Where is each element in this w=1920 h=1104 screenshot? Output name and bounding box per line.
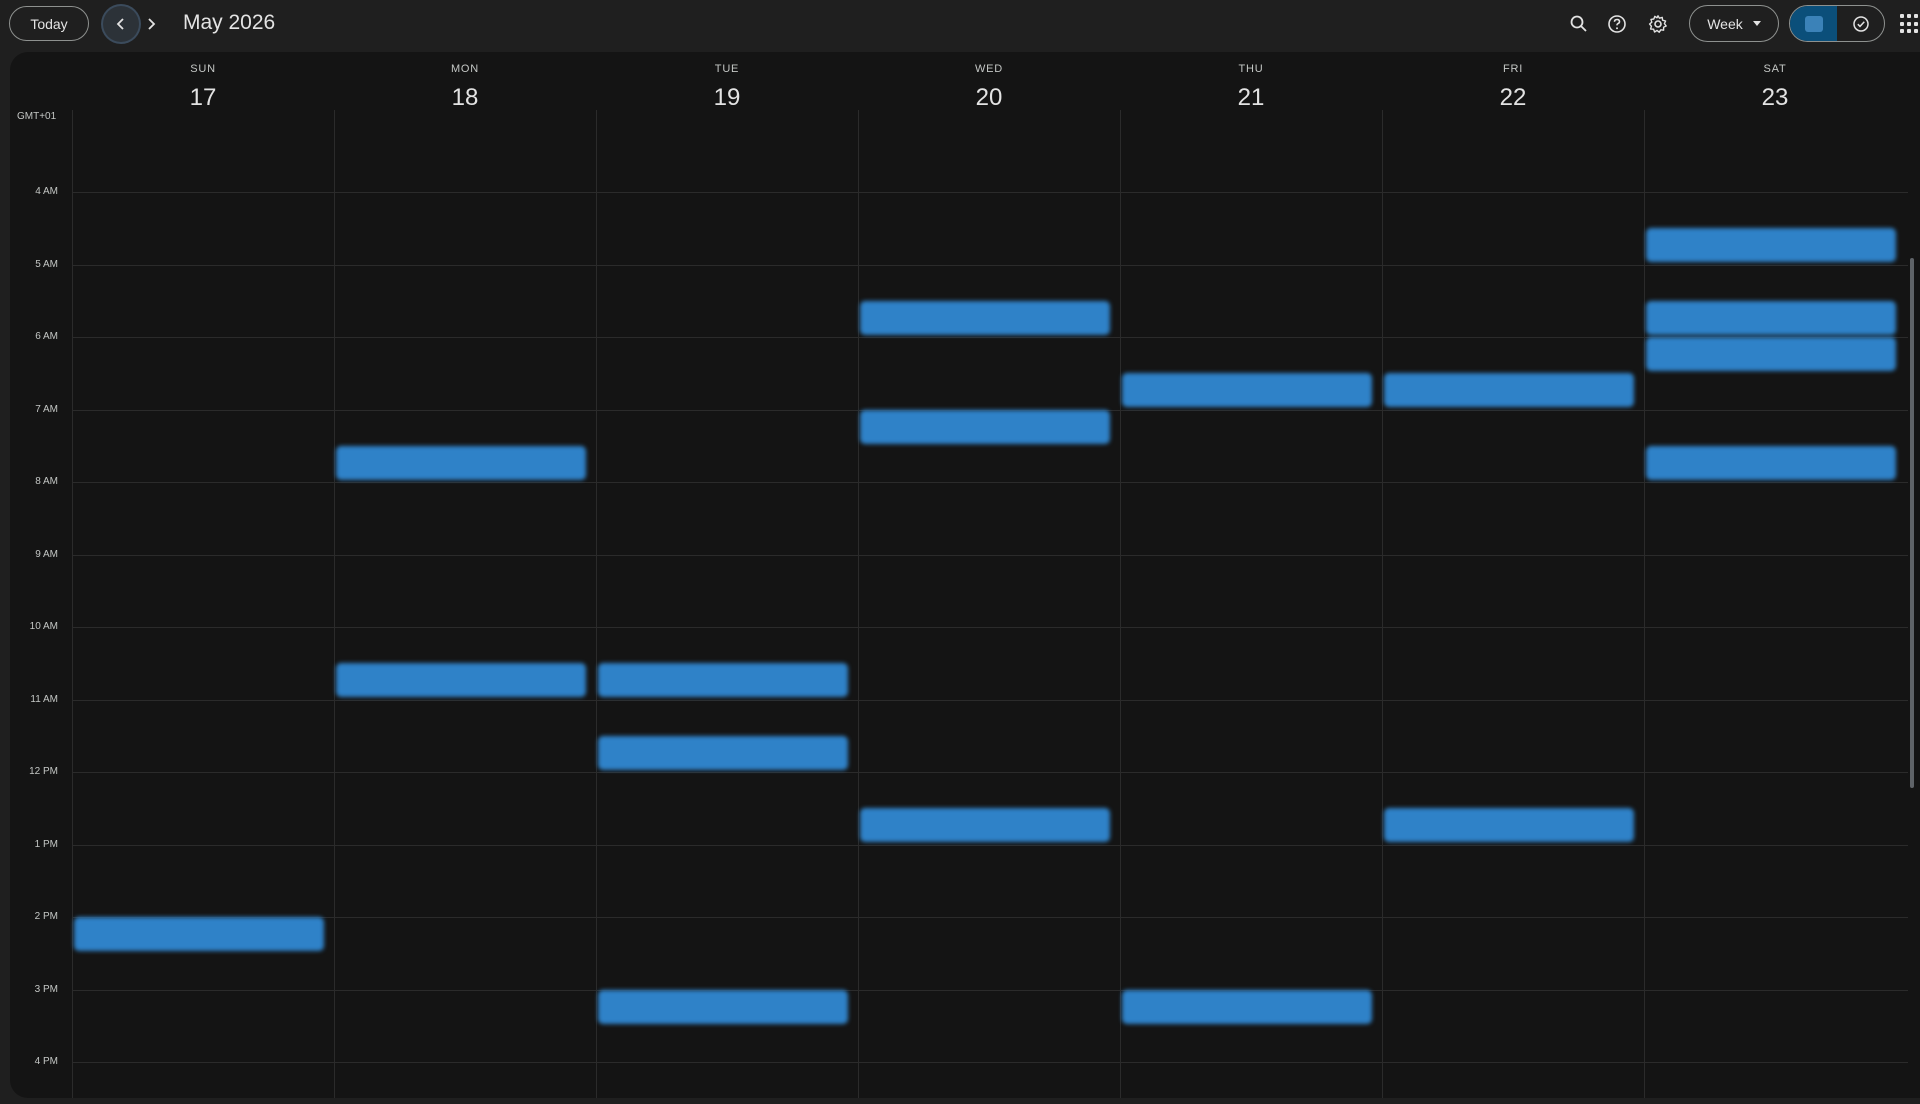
hour-label: 8 AM — [35, 476, 58, 487]
hour-gridline — [72, 482, 1908, 483]
help-button[interactable] — [1601, 8, 1633, 40]
day-column-divider — [858, 110, 859, 1098]
hour-label: 12 PM — [29, 766, 58, 777]
calendar-event[interactable] — [336, 446, 586, 480]
day-number[interactable]: 21 — [1120, 84, 1382, 112]
hour-gridline — [72, 555, 1908, 556]
day-of-week-label: TUE — [714, 63, 740, 75]
day-column-divider — [1382, 110, 1383, 1098]
day-header-thu[interactable]: THU 21 — [1120, 52, 1382, 112]
timezone-label: GMT+01 — [17, 111, 57, 122]
calendar-event[interactable] — [1646, 228, 1896, 262]
calendar-event[interactable] — [1384, 373, 1634, 407]
day-header-fri[interactable]: FRI 22 — [1382, 52, 1644, 112]
day-number[interactable]: 19 — [596, 84, 858, 112]
day-number[interactable]: 20 — [858, 84, 1120, 112]
chevron-right-icon — [148, 18, 156, 30]
view-selector-label: Week — [1707, 15, 1743, 32]
hour-gridline — [72, 990, 1908, 991]
hour-label: 5 AM — [35, 259, 58, 270]
day-of-week-label: WED — [974, 63, 1004, 75]
calendar-event[interactable] — [1384, 808, 1634, 842]
calendar-icon — [1804, 15, 1823, 32]
month-title: May 2026 — [183, 11, 276, 34]
day-column-divider — [334, 110, 335, 1098]
hour-label: 7 AM — [35, 404, 58, 415]
calendar-event[interactable] — [860, 410, 1110, 444]
hour-gridline — [72, 1062, 1908, 1063]
calendar-event[interactable] — [860, 808, 1110, 842]
view-selector-dropdown[interactable]: Week — [1689, 5, 1779, 42]
day-header-wed[interactable]: WED 20 — [858, 52, 1120, 112]
day-column-divider — [1120, 110, 1121, 1098]
day-of-week-label: SUN — [190, 63, 216, 75]
calendar-event[interactable] — [598, 663, 848, 697]
calendar-event[interactable] — [598, 736, 848, 770]
day-number[interactable]: 18 — [334, 84, 596, 112]
day-number[interactable]: 22 — [1382, 84, 1644, 112]
hour-label: 3 PM — [34, 984, 58, 995]
hour-gridline — [72, 337, 1908, 338]
day-of-week-label: FRI — [1502, 63, 1524, 75]
today-button[interactable]: Today — [9, 6, 89, 41]
gear-icon — [1648, 15, 1667, 33]
hour-label: 6 AM — [35, 331, 58, 342]
calendar-event[interactable] — [1646, 337, 1896, 371]
day-column-divider — [1644, 110, 1645, 1098]
calendar-tasks-toggle — [1789, 5, 1885, 42]
day-of-week-label: SAT — [1763, 63, 1787, 75]
day-header-sun[interactable]: SUN 17 — [72, 52, 334, 112]
hour-label: 1 PM — [34, 839, 58, 850]
day-of-week-label: MON — [450, 63, 480, 75]
day-of-week-label: THU — [1238, 63, 1264, 75]
hour-gridline — [72, 627, 1908, 628]
day-number[interactable]: 17 — [72, 84, 334, 112]
calendar-event[interactable] — [336, 663, 586, 697]
search-icon — [1570, 15, 1587, 32]
hour-gridline — [72, 917, 1908, 918]
hour-gridline — [72, 265, 1908, 266]
settings-button[interactable] — [1642, 8, 1674, 40]
task-check-icon — [1852, 15, 1869, 32]
calendar-event[interactable] — [1646, 446, 1896, 480]
hour-gridline — [72, 700, 1908, 701]
search-button[interactable] — [1563, 8, 1595, 40]
hour-gridline — [72, 772, 1908, 773]
hour-label: 2 PM — [34, 911, 58, 922]
tasks-mode-button[interactable] — [1837, 6, 1884, 41]
day-header-sat[interactable]: SAT 23 — [1644, 52, 1906, 112]
hour-gridline — [72, 845, 1908, 846]
top-bar: Today May 2026 Week — [0, 0, 1920, 52]
help-icon — [1608, 15, 1626, 33]
day-header-tue[interactable]: TUE 19 — [596, 52, 858, 112]
calendar-event[interactable] — [1646, 301, 1896, 335]
hour-label: 9 AM — [35, 549, 58, 560]
caret-down-icon — [1752, 21, 1761, 26]
day-column-divider — [72, 110, 73, 1098]
week-view-grid: GMT+01 SUN 17 MON 18 TUE 19 WED 20 THU 21 FRI 22 SAT… — [10, 52, 1920, 1098]
calendar-mode-button[interactable] — [1790, 6, 1837, 41]
calendar-event[interactable] — [860, 301, 1110, 335]
chevron-left-icon — [116, 18, 124, 30]
calendar-event[interactable] — [598, 990, 848, 1024]
next-week-button[interactable] — [133, 6, 169, 42]
day-number[interactable]: 23 — [1644, 84, 1906, 112]
hour-label: 10 AM — [29, 621, 58, 632]
hour-label: 11 AM — [30, 694, 58, 705]
calendar-event[interactable] — [1122, 373, 1372, 407]
vertical-scrollbar[interactable] — [1910, 258, 1914, 788]
hour-label: 4 PM — [34, 1056, 58, 1067]
calendar-event[interactable] — [1122, 990, 1372, 1024]
hour-gridline — [72, 192, 1908, 193]
calendar-event[interactable] — [74, 917, 324, 951]
day-column-divider — [596, 110, 597, 1098]
day-header-mon[interactable]: MON 18 — [334, 52, 596, 112]
hour-label: 4 AM — [35, 186, 58, 197]
apps-grid-icon[interactable] — [1900, 14, 1920, 34]
